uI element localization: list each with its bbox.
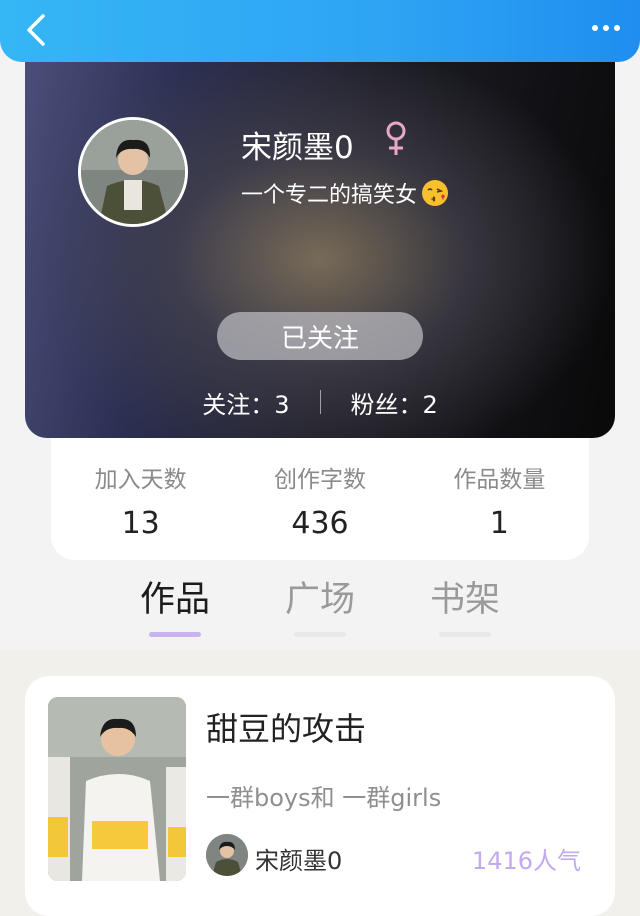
work-cover-image (48, 697, 186, 881)
author-avatar-image (206, 834, 248, 876)
work-description: 一群boys和 一群girls (206, 784, 442, 812)
tab-label: 作品 (139, 580, 210, 620)
author-name: 宋颜墨0 (255, 847, 343, 875)
avatar-image (81, 120, 185, 224)
profile-bio: 一个专二的搞笑女 (241, 177, 449, 209)
follow-status-button[interactable]: 已关注 (217, 312, 423, 360)
stat-label: 作品数量 (453, 467, 546, 493)
tab-indicator (294, 632, 346, 637)
tab-bookshelf[interactable]: 书架 (410, 572, 520, 637)
cover-photo (48, 697, 186, 881)
tab-plaza[interactable]: 广场 (265, 572, 375, 637)
stats-divider (319, 390, 321, 414)
popularity-count: 1416人气 (471, 847, 581, 875)
female-symbol-icon (386, 121, 406, 155)
profile-header-card: 宋颜墨0 一个专二的搞笑女 已关注 关注：3 粉丝：2 (25, 40, 615, 438)
stat-join-days: 加入天数 13 (51, 438, 230, 560)
tab-label: 书架 (429, 580, 500, 620)
tab-label: 广场 (284, 580, 355, 620)
tab-indicator (439, 632, 491, 637)
stat-value: 1 (489, 506, 509, 541)
kissing-face-icon (422, 180, 449, 206)
work-list-item[interactable]: 甜豆的攻击 一群boys和 一群girls 宋颜墨0 1416人气 (25, 676, 615, 916)
tab-indicator (149, 632, 201, 637)
follow-stats: 关注：3 粉丝：2 (25, 382, 615, 422)
chevron-left-icon (27, 14, 45, 46)
followers-count[interactable]: 粉丝：2 (351, 385, 438, 420)
more-dots-icon (592, 25, 620, 31)
bio-text: 一个专二的搞笑女 (241, 183, 418, 208)
work-title: 甜豆的攻击 (206, 710, 367, 748)
top-navigation-bar (0, 0, 640, 62)
author-avatar (206, 834, 248, 876)
stat-label: 加入天数 (94, 467, 187, 493)
username: 宋颜墨0 (241, 130, 354, 166)
tab-works[interactable]: 作品 (120, 572, 230, 637)
stat-label: 创作字数 (273, 467, 366, 493)
profile-avatar[interactable] (78, 117, 188, 227)
creator-stats-card: 加入天数 13 创作字数 436 作品数量 1 (51, 438, 589, 560)
back-button[interactable] (14, 8, 58, 52)
stat-value: 436 (291, 506, 349, 541)
following-count[interactable]: 关注：3 (202, 385, 289, 420)
stat-work-count: 作品数量 1 (410, 438, 589, 560)
content-tabs: 作品 广场 书架 (100, 572, 540, 642)
stat-value: 13 (121, 506, 160, 541)
more-options-button[interactable] (584, 10, 628, 46)
stat-word-count: 创作字数 436 (230, 438, 409, 560)
